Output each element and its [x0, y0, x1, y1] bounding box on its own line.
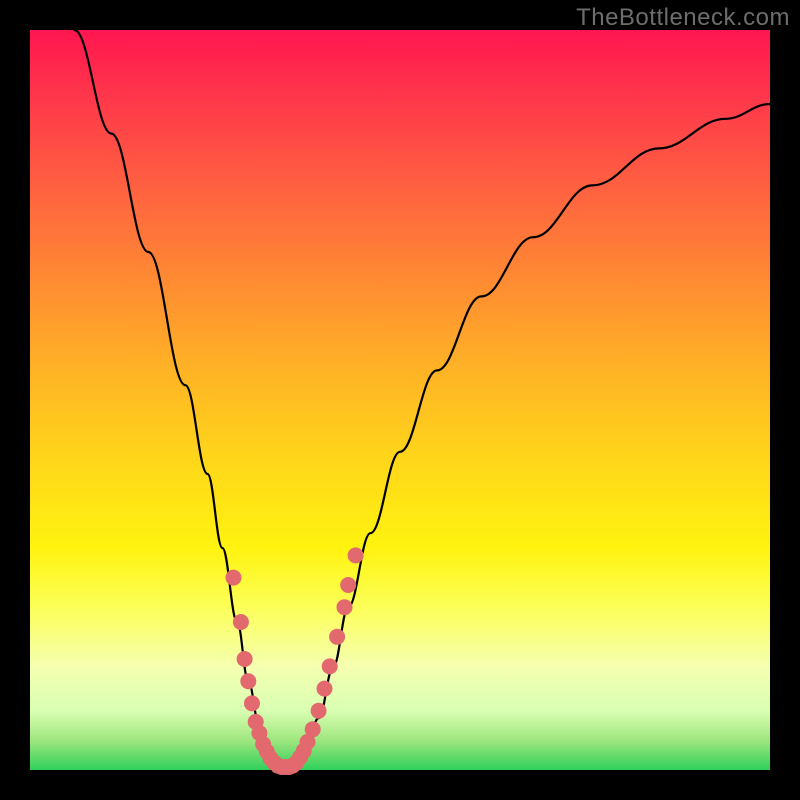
plot-svg — [30, 30, 770, 770]
data-dot — [311, 703, 327, 719]
data-dot — [233, 614, 249, 630]
plot-area — [30, 30, 770, 770]
data-dot — [337, 599, 353, 615]
data-dot — [240, 673, 256, 689]
data-dot — [317, 681, 333, 697]
data-dots — [226, 547, 364, 775]
watermark-text: TheBottleneck.com — [576, 4, 790, 32]
data-dot — [348, 547, 364, 563]
data-dot — [322, 658, 338, 674]
data-dot — [340, 577, 356, 593]
data-dot — [226, 570, 242, 586]
data-dot — [305, 721, 321, 737]
bottleneck-curve — [74, 30, 770, 766]
data-dot — [237, 651, 253, 667]
data-dot — [244, 695, 260, 711]
data-dot — [329, 629, 345, 645]
chart-frame: TheBottleneck.com — [0, 0, 800, 800]
